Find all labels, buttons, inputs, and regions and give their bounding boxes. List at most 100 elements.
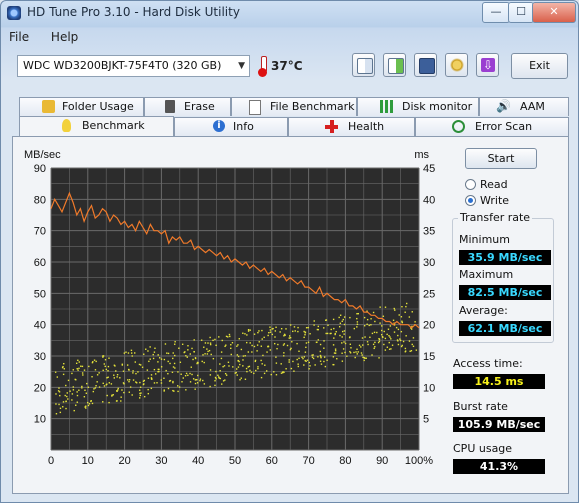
access-time-point: [276, 347, 278, 350]
access-time-point: [246, 370, 248, 373]
access-time-point: [215, 378, 217, 380]
access-time-point: [313, 320, 315, 322]
access-time-point: [291, 341, 293, 343]
access-time-point: [125, 351, 127, 353]
access-time-point: [191, 347, 193, 350]
access-time-point: [55, 413, 58, 415]
access-time-point: [356, 321, 359, 323]
access-time-point: [267, 334, 269, 337]
access-time-point: [317, 328, 319, 331]
tab-health[interactable]: Health: [288, 117, 415, 136]
y-left-tick-label: 30: [34, 351, 46, 363]
access-time-point: [193, 339, 195, 341]
access-time-point: [285, 328, 287, 330]
y-left-tick-label: 60: [34, 257, 46, 269]
magnifier-icon: [452, 120, 465, 133]
write-radio-dot[interactable]: [465, 195, 476, 206]
access-time-point: [269, 326, 271, 328]
access-time-point: [397, 343, 400, 346]
access-time-point: [389, 325, 392, 327]
tab-disk-monitor[interactable]: Disk monitor: [357, 97, 479, 116]
close-button[interactable]: ✕: [532, 2, 576, 23]
access-time-point: [333, 327, 335, 330]
access-time-point: [393, 307, 395, 310]
save-button[interactable]: [414, 53, 437, 77]
access-time-point: [258, 341, 260, 343]
x-tick-label: 30: [155, 455, 167, 467]
copy-screenshot-button[interactable]: [383, 53, 406, 77]
start-button[interactable]: Start: [465, 148, 537, 169]
bar-chart-icon: [380, 100, 393, 113]
access-time-point: [386, 346, 389, 348]
access-time-point: [323, 327, 325, 329]
minimize-button[interactable]: —: [482, 2, 510, 23]
tab-aam[interactable]: 🔊 AAM: [479, 97, 569, 116]
access-time-point: [202, 354, 204, 356]
access-time-point: [390, 348, 392, 350]
maximize-button[interactable]: ☐: [508, 2, 534, 23]
access-time-point: [349, 343, 352, 345]
title-bar[interactable]: HD Tune Pro 3.10 - Hard Disk Utility — ☐…: [1, 1, 578, 27]
tab-benchmark[interactable]: Benchmark: [19, 116, 174, 136]
tab-label: Error Scan: [475, 120, 533, 133]
access-time-point: [64, 394, 66, 397]
access-time-point: [325, 332, 327, 335]
access-time-point: [222, 365, 224, 368]
access-time-point: [392, 319, 395, 321]
access-time-point: [174, 367, 176, 369]
access-time-point: [76, 391, 78, 393]
access-time-point: [356, 326, 358, 328]
read-radio-dot[interactable]: [465, 179, 476, 190]
access-time-point: [129, 386, 132, 388]
access-time-point: [91, 376, 93, 378]
access-time-point: [76, 368, 78, 370]
access-time-point: [247, 351, 250, 353]
tab-info[interactable]: i Info: [174, 117, 288, 136]
access-time-point: [338, 316, 340, 319]
access-time-point: [378, 338, 381, 341]
access-time-point: [361, 337, 364, 339]
access-time-point: [192, 358, 194, 361]
access-time-point: [59, 407, 62, 410]
access-time-point: [253, 333, 256, 335]
access-time-point: [315, 341, 318, 344]
access-time-point: [398, 314, 400, 316]
exit-button[interactable]: Exit: [511, 53, 568, 79]
thermometer-icon: [258, 56, 268, 77]
access-time-point: [96, 381, 98, 383]
access-time-point: [240, 377, 242, 379]
drive-select[interactable]: WDC WD3200BJKT-75F4T0 (320 GB) ▼: [17, 55, 250, 77]
access-time-point: [277, 343, 279, 346]
access-time-point: [110, 383, 113, 385]
access-time-point: [283, 371, 285, 373]
access-time-point: [150, 374, 153, 376]
access-time-point: [200, 339, 203, 341]
access-time-point: [138, 363, 141, 366]
access-time-point: [257, 367, 259, 370]
copy-text-button[interactable]: [352, 53, 375, 77]
dropdown-arrow-icon[interactable]: ▼: [238, 56, 245, 76]
menu-file[interactable]: File: [9, 30, 29, 44]
download-button[interactable]: ⇩: [476, 53, 499, 77]
options-button[interactable]: [445, 53, 468, 77]
tab-folder-usage[interactable]: Folder Usage: [19, 97, 144, 116]
access-time-point: [374, 341, 376, 344]
x-tick-label: 40: [192, 455, 204, 467]
access-time-point: [370, 324, 372, 326]
access-time-point: [308, 368, 310, 370]
access-time-point: [67, 379, 70, 382]
tab-file-benchmark[interactable]: File Benchmark: [231, 97, 357, 116]
menu-help[interactable]: Help: [51, 30, 78, 44]
tab-erase[interactable]: Erase: [144, 97, 231, 116]
access-time-point: [261, 329, 263, 332]
access-time-point: [256, 350, 258, 352]
access-time-point: [227, 336, 229, 338]
access-time-point: [130, 349, 133, 352]
access-time-point: [244, 333, 246, 335]
tab-error-scan[interactable]: Error Scan: [415, 117, 569, 136]
access-time-point: [92, 361, 94, 363]
access-time-point: [163, 377, 165, 379]
access-time-point: [373, 347, 375, 350]
access-time-point: [219, 369, 221, 372]
access-time-point: [230, 344, 232, 346]
